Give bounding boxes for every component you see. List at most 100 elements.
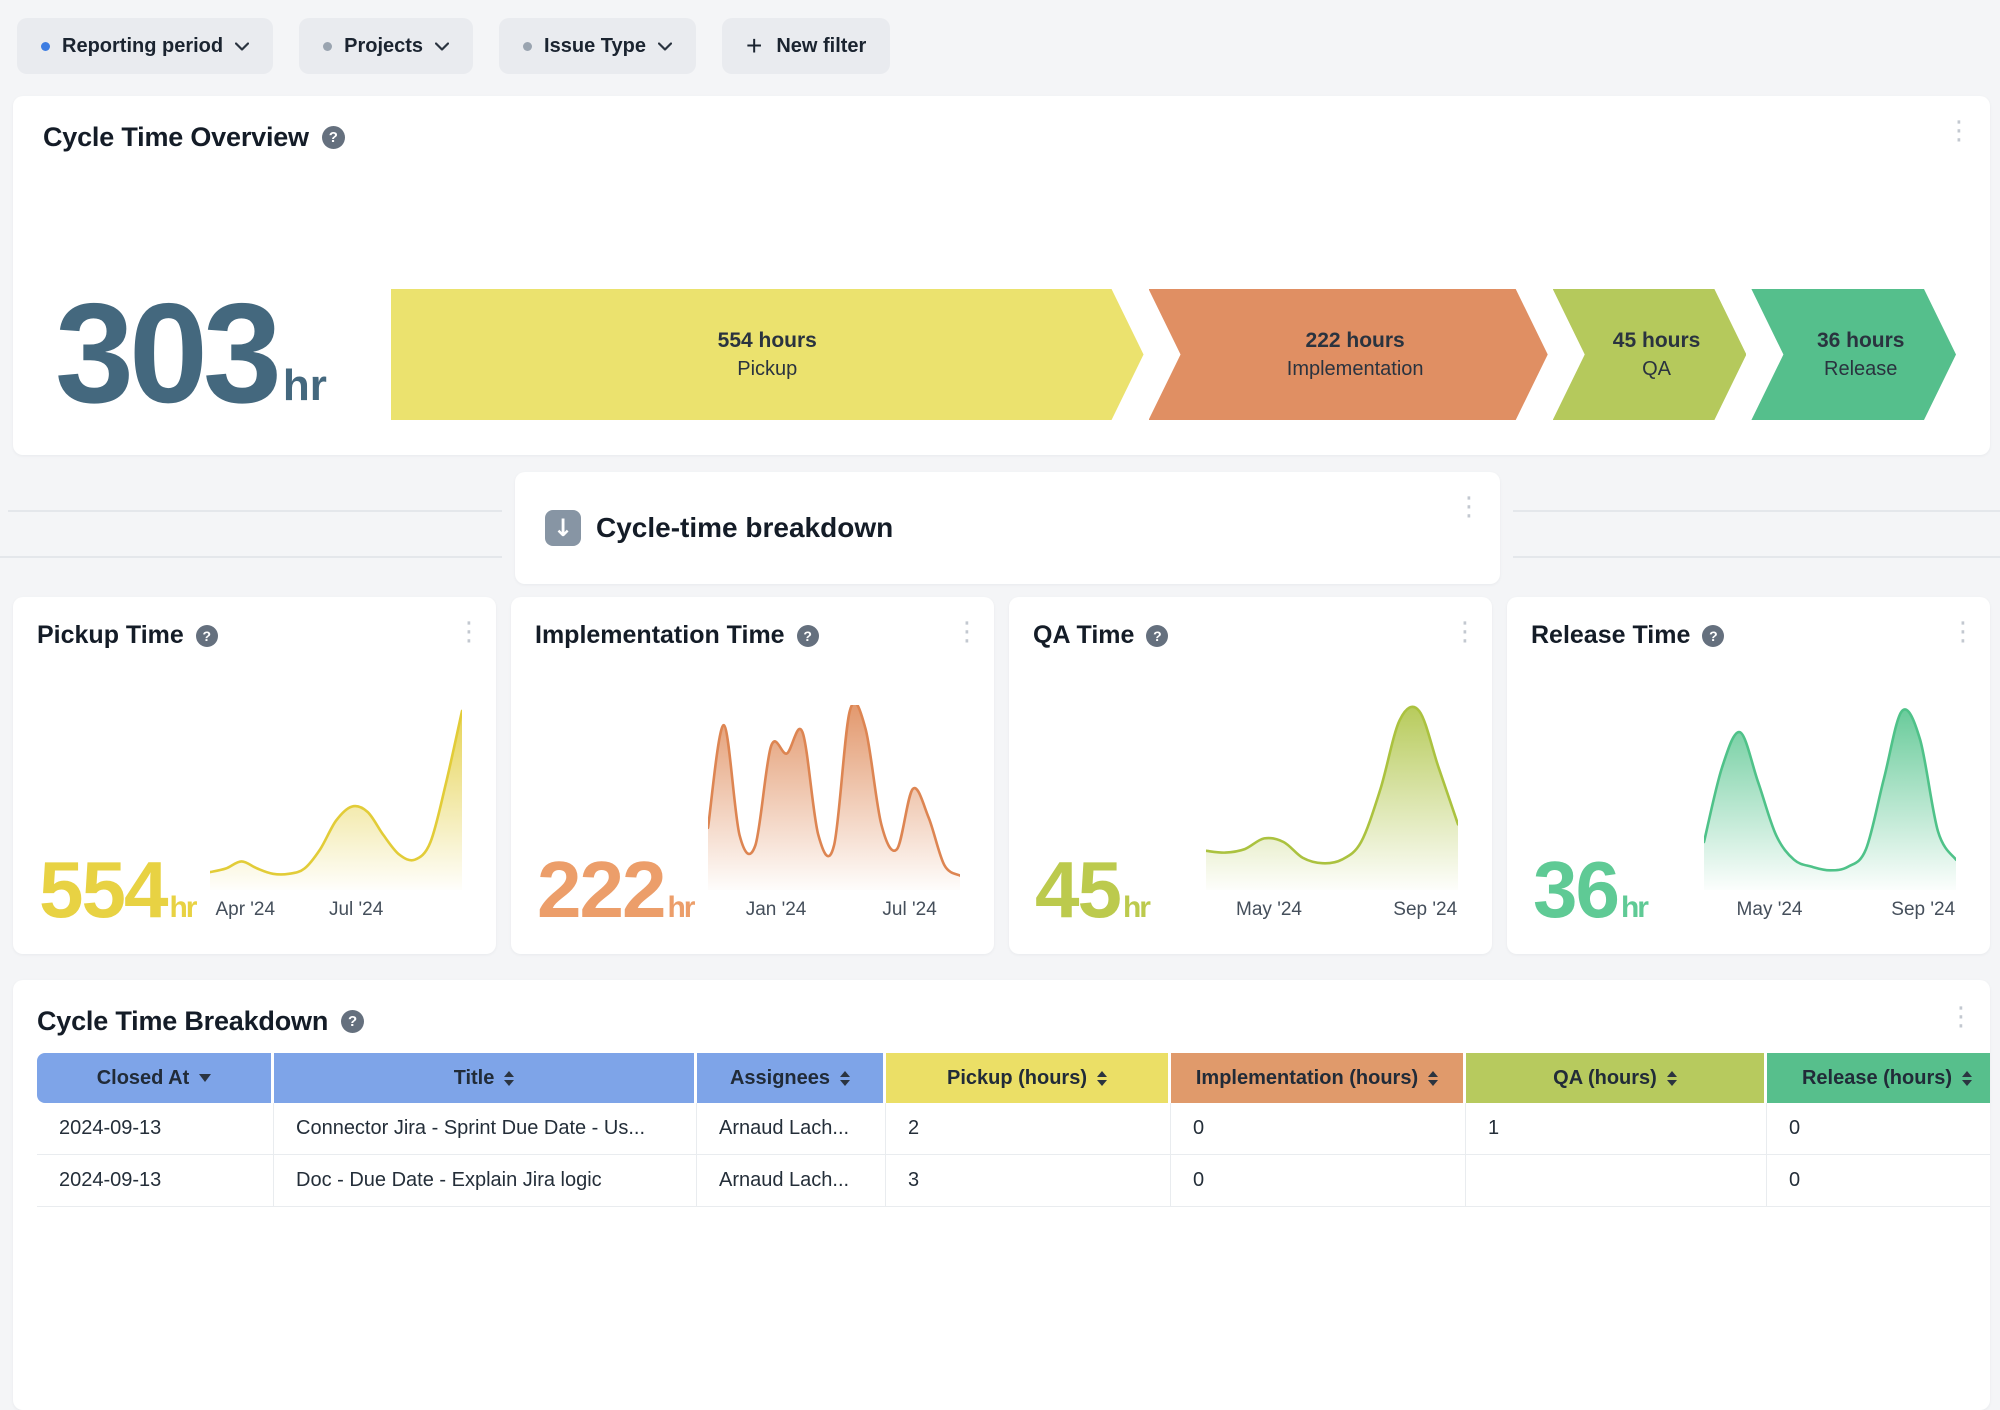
column-label: Implementation (hours) [1196, 1067, 1418, 1090]
new-filter-button[interactable]: + New filter [722, 18, 890, 74]
breakdown-table: Closed At Title Assignees Pickup (hours) Imp… [37, 1053, 1990, 1207]
chevron-down-icon [235, 42, 249, 51]
segment-stage: QA [1642, 358, 1671, 381]
divider-line [8, 510, 502, 512]
kebab-menu-icon[interactable]: ⋮ [1456, 494, 1482, 520]
table-cell: 3 [886, 1155, 1171, 1207]
filter-label: Reporting period [62, 35, 223, 58]
x-axis: Apr '24Jul '24 [210, 899, 462, 927]
funnel-segment-implementation: 222 hoursImplementation [1149, 289, 1548, 420]
metric-value: 554hr [39, 850, 195, 930]
column-header-title[interactable]: Title [274, 1053, 697, 1103]
column-header-assignees[interactable]: Assignees [697, 1053, 886, 1103]
sparkline-chart [708, 705, 960, 890]
segment-hours: 45 hours [1613, 329, 1701, 353]
divider-line [1513, 556, 2000, 558]
table-cell: 0 [1171, 1155, 1466, 1207]
card-title: Implementation Time [535, 621, 785, 650]
total-cycle-time: 303 hr [43, 299, 383, 410]
help-icon[interactable]: ? [1702, 625, 1724, 647]
card-title: Pickup Time [37, 621, 184, 650]
metric-unit: hr [169, 891, 195, 924]
kebab-menu-icon[interactable]: ⋮ [1950, 619, 1976, 645]
cycle-funnel-chart: 554 hoursPickup222 hoursImplementation45… [391, 289, 1956, 420]
segment-hours: 36 hours [1817, 329, 1905, 353]
column-label: Closed At [97, 1067, 190, 1090]
help-icon[interactable]: ? [1146, 625, 1168, 647]
sort-desc-icon [199, 1074, 211, 1082]
kebab-menu-icon[interactable]: ⋮ [456, 619, 482, 645]
filter-button-reporting-period[interactable]: Reporting period [17, 18, 273, 74]
column-header-qa-hours[interactable]: QA (hours) [1466, 1053, 1767, 1103]
x-axis-label: May '24 [1737, 899, 1803, 921]
table-card-header: Cycle Time Breakdown ? ⋮ [37, 1006, 1990, 1037]
cycle-time-breakdown-header-card: ↓ Cycle-time breakdown ⋮ [515, 472, 1500, 584]
overview-body: 303 hr 554 hoursPickup222 hoursImplement… [43, 289, 1960, 420]
sparkline-chart [1206, 705, 1458, 890]
chevron-down-icon [435, 42, 449, 51]
kebab-menu-icon[interactable]: ⋮ [1452, 619, 1478, 645]
column-header-release-hours[interactable]: Release (hours) [1767, 1053, 1990, 1103]
table-cell: Doc - Due Date - Explain Jira logic [274, 1155, 697, 1207]
column-header-implementation-hours[interactable]: Implementation (hours) [1171, 1053, 1466, 1103]
column-label: Assignees [730, 1067, 830, 1090]
card-header: Release Time ? ⋮ [1531, 621, 1966, 650]
filter-dot [41, 42, 50, 51]
filter-button-projects[interactable]: Projects [299, 18, 473, 74]
filter-button-issue-type[interactable]: Issue Type [499, 18, 696, 74]
sparkline-chart [1704, 705, 1956, 890]
metric-unit: hr [1621, 891, 1647, 924]
column-header-pickup-hours[interactable]: Pickup (hours) [886, 1053, 1171, 1103]
x-axis: May '24Sep '24 [1206, 899, 1458, 927]
pickup-time-card: Pickup Time ? ⋮ 554hr Apr '24Jul '24 [13, 597, 496, 954]
help-icon[interactable]: ? [322, 126, 345, 149]
table-cell: 2024-09-13 [37, 1155, 274, 1207]
qa-time-card: QA Time ? ⋮ 45hr May '24Sep '24 [1009, 597, 1492, 954]
table-cell: 0 [1767, 1155, 1990, 1207]
column-label: QA (hours) [1553, 1067, 1657, 1090]
table-cell: Connector Jira - Sprint Due Date - Us... [274, 1103, 697, 1155]
sort-icon [504, 1071, 514, 1086]
kebab-menu-icon[interactable]: ⋮ [1948, 1004, 1974, 1030]
kebab-menu-icon[interactable]: ⋮ [1946, 118, 1972, 144]
table-row: 2024-09-13Connector Jira - Sprint Due Da… [37, 1103, 1990, 1155]
table-header-row: Closed At Title Assignees Pickup (hours) Imp… [37, 1053, 1990, 1103]
help-icon[interactable]: ? [196, 625, 218, 647]
kebab-menu-icon[interactable]: ⋮ [954, 619, 980, 645]
help-icon[interactable]: ? [797, 625, 819, 647]
filter-dot [323, 42, 332, 51]
column-header-closed-at[interactable]: Closed At [37, 1053, 274, 1103]
card-header: Implementation Time ? ⋮ [535, 621, 970, 650]
metric-unit: hr [1123, 891, 1149, 924]
filter-label: Issue Type [544, 35, 646, 58]
card-title: QA Time [1033, 621, 1134, 650]
table-cell: Arnaud Lach... [697, 1103, 886, 1155]
table-cell: Arnaud Lach... [697, 1155, 886, 1207]
segment-hours: 554 hours [718, 329, 817, 353]
card-header: Pickup Time ? ⋮ [37, 621, 472, 650]
metric-cards-row: Pickup Time ? ⋮ 554hr Apr '24Jul '24 Imp… [13, 597, 1990, 954]
filter-bar: Reporting period Projects Issue Type + New… [17, 18, 890, 74]
table-cell: 1 [1466, 1103, 1767, 1155]
filter-dot [523, 42, 532, 51]
x-axis-label: Jan '24 [746, 899, 807, 921]
help-icon[interactable]: ? [341, 1010, 364, 1033]
table-cell: 0 [1767, 1103, 1990, 1155]
total-value: 303 [55, 299, 277, 410]
x-axis-label: Apr '24 [215, 899, 275, 921]
column-label: Title [454, 1067, 495, 1090]
sort-icon [1428, 1071, 1438, 1086]
card-title: Release Time [1531, 621, 1690, 650]
plus-icon: + [746, 32, 762, 60]
column-label: Release (hours) [1802, 1067, 1952, 1090]
funnel-segment-qa: 45 hours QA [1553, 289, 1747, 420]
cycle-time-overview-card: Cycle Time Overview ? ⋮ 303 hr 554 hours… [13, 96, 1990, 455]
x-axis: Jan '24 Jul '24 [708, 899, 960, 927]
overview-title: Cycle Time Overview [43, 122, 309, 153]
chevron-down-icon [658, 42, 672, 51]
x-axis-label: Jul '24 [882, 899, 936, 921]
x-axis-label: Sep '24 [1393, 899, 1457, 921]
down-arrow-icon: ↓ [545, 510, 581, 546]
segment-hours: 222 hours [1306, 329, 1405, 353]
table-cell: 2 [886, 1103, 1171, 1155]
